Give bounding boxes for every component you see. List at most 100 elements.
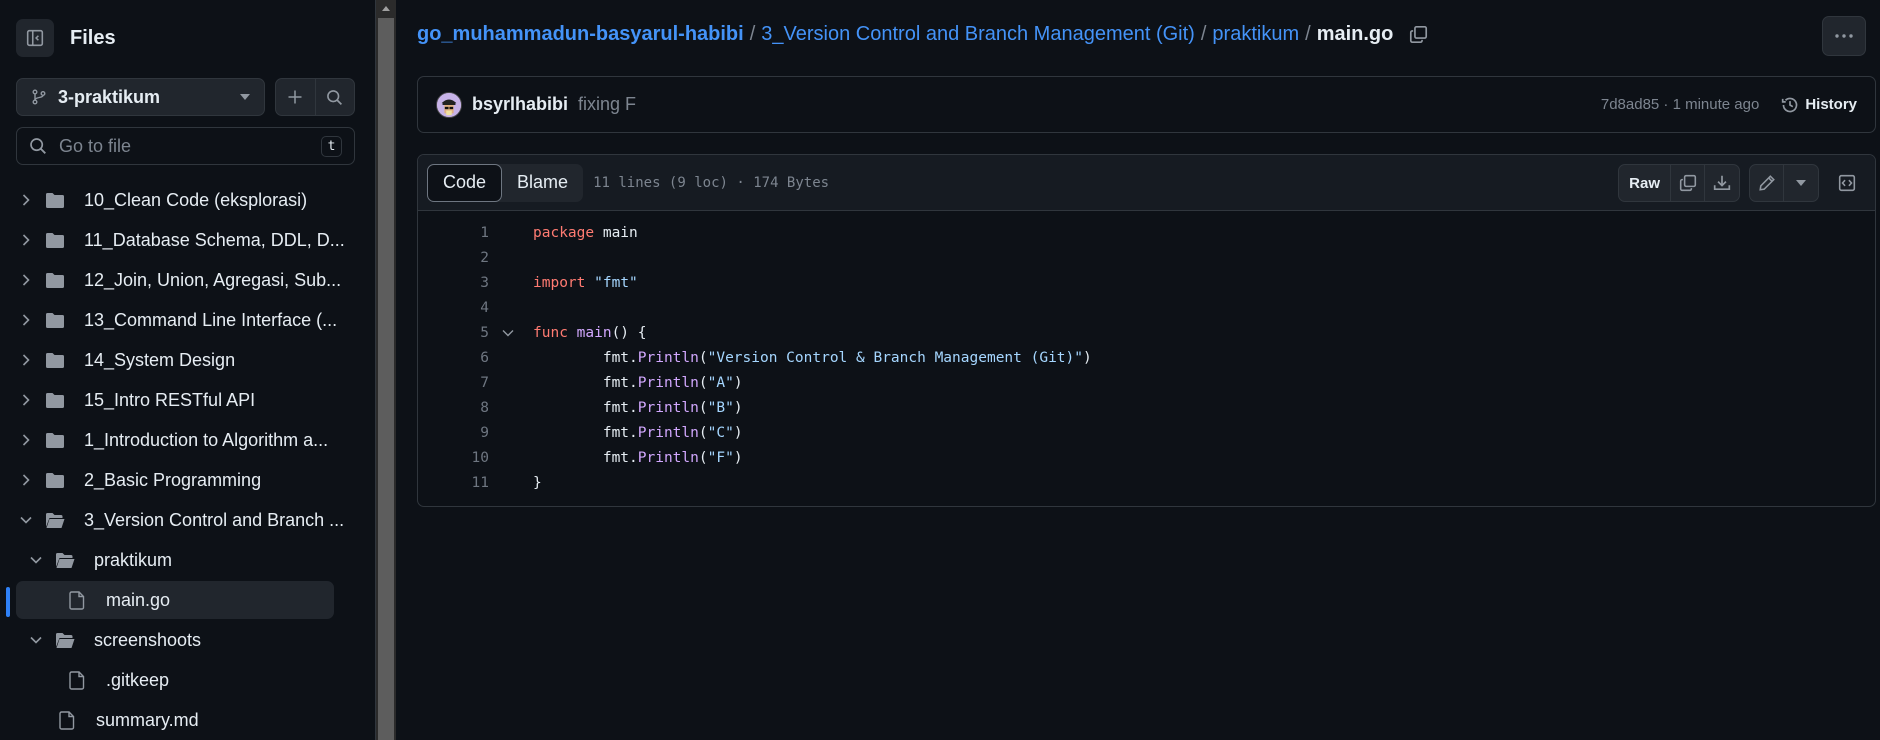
tree-item-label: 11_Database Schema, DDL, D... <box>84 229 345 250</box>
git-branch-icon <box>32 89 46 105</box>
tree-folder-item[interactable]: 13_Command Line Interface (... <box>0 301 370 339</box>
more-options-button[interactable] <box>1822 16 1866 56</box>
file-icon <box>56 710 78 730</box>
breadcrumb-separator: / <box>749 23 756 45</box>
tree-folder-item[interactable]: praktikum <box>0 541 370 579</box>
sidebar-collapse-icon <box>26 29 44 47</box>
line-number[interactable]: 9 <box>418 425 489 441</box>
breadcrumb-repo-link[interactable]: go_muhammadun-basyarul-habibi <box>417 23 744 46</box>
tree-item-label: 13_Command Line Interface (... <box>84 309 338 330</box>
tree-folder-item[interactable]: 12_Join, Union, Agregasi, Sub... <box>0 261 370 299</box>
copy-icon <box>1679 174 1696 192</box>
go-to-file-input[interactable]: Go to file t <box>16 127 355 165</box>
line-number[interactable]: 1 <box>418 225 489 241</box>
raw-actions-group: Raw <box>1618 164 1740 202</box>
chevron-down-icon[interactable] <box>28 552 44 568</box>
tree-item-label: .gitkeep <box>106 669 170 690</box>
chevron-right-icon[interactable] <box>18 392 34 408</box>
line-number[interactable]: 7 <box>418 375 489 391</box>
code-token: package <box>533 224 595 241</box>
tree-item-label: 3_Version Control and Branch ... <box>84 509 345 530</box>
code-line[interactable]: 11} <box>418 470 1875 495</box>
line-number[interactable]: 4 <box>418 300 489 316</box>
code-line[interactable]: 5 func main() { <box>418 320 1875 345</box>
chevron-down-icon[interactable] <box>28 632 44 648</box>
tree-folder-item[interactable]: 3_Version Control and Branch ... <box>0 501 370 539</box>
symbols-panel-button[interactable] <box>1828 164 1866 202</box>
breadcrumb-folder-link[interactable]: 3_Version Control and Branch Management … <box>761 23 1195 46</box>
code-line[interactable]: 1 package main <box>418 220 1875 245</box>
chevron-right-icon[interactable] <box>18 312 34 328</box>
commit-author-link[interactable]: bsyrlhabibi <box>472 94 568 115</box>
tab-code[interactable]: Code <box>427 163 503 202</box>
edit-options-dropdown[interactable] <box>1784 165 1818 201</box>
raw-button[interactable]: Raw <box>1619 165 1671 201</box>
chevron-right-icon[interactable] <box>18 432 34 448</box>
chevron-right-icon[interactable] <box>18 232 34 248</box>
folder-open-icon <box>44 510 66 530</box>
code-token: Println <box>637 449 699 466</box>
tree-item-label: 12_Join, Union, Agregasi, Sub... <box>84 269 342 290</box>
history-button[interactable]: History <box>1781 96 1857 114</box>
line-number[interactable]: 3 <box>418 275 489 291</box>
tree-folder-item[interactable]: 11_Database Schema, DDL, D... <box>0 221 370 259</box>
search-icon <box>327 89 343 105</box>
commit-sha-time[interactable]: 7d8ad85 · 1 minute ago <box>1601 96 1759 113</box>
tree-file-item[interactable]: .gitkeep <box>0 661 370 699</box>
code-line[interactable]: 7 fmt.Println("A") <box>418 370 1875 395</box>
copy-path-button[interactable] <box>1409 25 1428 44</box>
code-token: "F" <box>707 449 734 466</box>
line-number[interactable]: 6 <box>418 350 489 366</box>
tab-blame[interactable]: Blame <box>502 164 583 202</box>
line-number[interactable]: 2 <box>418 250 489 266</box>
sidebar-scrollbar[interactable] <box>376 0 396 740</box>
branch-selector-button[interactable]: 3-praktikum <box>16 78 265 116</box>
code-line[interactable]: 10 fmt.Println("F") <box>418 445 1875 470</box>
tree-file-item[interactable]: summary.md <box>0 701 370 739</box>
code-token: fmt. <box>533 349 638 366</box>
commit-message-link[interactable]: fixing F <box>578 94 1601 115</box>
line-number[interactable]: 5 <box>418 325 489 341</box>
tree-file-item[interactable]: main.go <box>16 581 334 619</box>
breadcrumb-folder-link[interactable]: praktikum <box>1212 23 1299 46</box>
chevron-down-icon[interactable] <box>18 512 34 528</box>
code-token: ( <box>698 374 708 391</box>
tree-folder-item[interactable]: 1_Introduction to Algorithm a... <box>0 421 370 459</box>
copy-raw-button[interactable] <box>1671 165 1705 201</box>
line-number[interactable]: 11 <box>418 475 489 491</box>
author-avatar[interactable] <box>436 91 462 118</box>
tree-folder-item[interactable]: screenshoots <box>0 621 370 659</box>
line-number[interactable]: 10 <box>418 450 489 466</box>
download-raw-button[interactable] <box>1705 165 1739 201</box>
tree-folder-item[interactable]: 14_System Design <box>0 341 370 379</box>
line-number[interactable]: 8 <box>418 400 489 416</box>
chevron-right-icon[interactable] <box>18 352 34 368</box>
tree-folder-item[interactable]: 15_Intro RESTful API <box>0 381 370 419</box>
chevron-right-icon[interactable] <box>18 272 34 288</box>
add-file-button[interactable] <box>276 79 316 115</box>
edit-file-button[interactable] <box>1750 165 1784 201</box>
tree-folder-item[interactable]: 2_Basic Programming <box>0 461 370 499</box>
tree-folder-item[interactable]: 10_Clean Code (eksplorasi) <box>0 181 370 219</box>
scrollbar-thumb[interactable] <box>378 18 394 740</box>
caret-down-icon <box>1796 180 1806 186</box>
code-line[interactable]: 2 <box>418 245 1875 270</box>
branch-name: 3-praktikum <box>58 86 161 107</box>
scroll-up-arrow-icon[interactable] <box>376 0 396 16</box>
code-text: fmt.Println("F") <box>533 450 743 466</box>
download-icon <box>1713 175 1731 191</box>
search-code-button[interactable] <box>316 79 355 115</box>
code-line[interactable]: 9 fmt.Println("C") <box>418 420 1875 445</box>
code-viewer-header: Code Blame 11 lines (9 loc) · 174 Bytes … <box>418 155 1875 211</box>
chevron-right-icon[interactable] <box>18 472 34 488</box>
code-token: ( <box>698 449 708 466</box>
collapse-sidebar-button[interactable] <box>16 19 54 57</box>
code-line[interactable]: 4 <box>418 295 1875 320</box>
code-token: main <box>594 224 638 241</box>
chevron-right-icon[interactable] <box>18 192 34 208</box>
fold-chevron-icon[interactable] <box>500 325 516 341</box>
code-line[interactable]: 8 fmt.Println("B") <box>418 395 1875 420</box>
code-line[interactable]: 3 import "fmt" <box>418 270 1875 295</box>
code-line[interactable]: 6 fmt.Println("Version Control & Branch … <box>418 345 1875 370</box>
code-token: fmt. <box>533 424 638 441</box>
